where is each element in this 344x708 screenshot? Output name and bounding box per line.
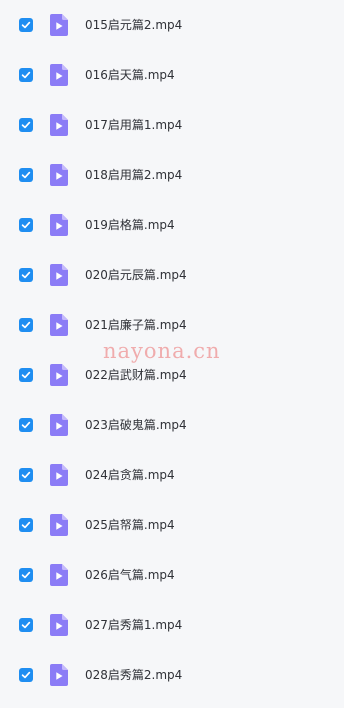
checkbox[interactable]: [19, 318, 33, 332]
checkmark-icon: [21, 21, 31, 29]
video-file-icon: [50, 14, 68, 36]
video-file-icon: [50, 664, 68, 686]
checkbox[interactable]: [19, 18, 33, 32]
file-name[interactable]: 021启廉子篇.mp4: [85, 317, 187, 333]
checkbox[interactable]: [19, 68, 33, 82]
video-file-icon: [50, 364, 68, 386]
checkmark-icon: [21, 371, 31, 379]
file-list: 015启元篇2.mp4 016启天篇.mp4 017启用篇1.mp4 018启用…: [0, 0, 344, 700]
checkmark-icon: [21, 421, 31, 429]
file-row[interactable]: 017启用篇1.mp4: [0, 100, 344, 150]
file-name[interactable]: 016启天篇.mp4: [85, 67, 175, 83]
checkmark-icon: [21, 471, 31, 479]
checkmark-icon: [21, 571, 31, 579]
checkmark-icon: [21, 221, 31, 229]
file-row[interactable]: 020启元辰篇.mp4: [0, 250, 344, 300]
file-row[interactable]: 019启格篇.mp4: [0, 200, 344, 250]
file-name[interactable]: 018启用篇2.mp4: [85, 167, 182, 183]
video-file-icon: [50, 64, 68, 86]
video-file-icon: [50, 514, 68, 536]
checkmark-icon: [21, 621, 31, 629]
video-file-icon: [50, 614, 68, 636]
video-file-icon: [50, 564, 68, 586]
checkbox[interactable]: [19, 468, 33, 482]
file-row[interactable]: 016启天篇.mp4: [0, 50, 344, 100]
checkmark-icon: [21, 121, 31, 129]
file-name[interactable]: 025启帑篇.mp4: [85, 517, 175, 533]
file-row[interactable]: 018启用篇2.mp4: [0, 150, 344, 200]
file-name[interactable]: 027启秀篇1.mp4: [85, 617, 182, 633]
checkbox[interactable]: [19, 568, 33, 582]
video-file-icon: [50, 214, 68, 236]
file-name[interactable]: 022启武财篇.mp4: [85, 367, 187, 383]
checkbox[interactable]: [19, 268, 33, 282]
video-file-icon: [50, 314, 68, 336]
checkbox[interactable]: [19, 168, 33, 182]
checkbox[interactable]: [19, 668, 33, 682]
file-row[interactable]: 028启秀篇2.mp4: [0, 650, 344, 700]
file-name[interactable]: 020启元辰篇.mp4: [85, 267, 187, 283]
checkbox[interactable]: [19, 618, 33, 632]
checkmark-icon: [21, 671, 31, 679]
file-row[interactable]: 024启贪篇.mp4: [0, 450, 344, 500]
video-file-icon: [50, 464, 68, 486]
video-file-icon: [50, 264, 68, 286]
checkbox[interactable]: [19, 518, 33, 532]
video-file-icon: [50, 114, 68, 136]
file-row[interactable]: 027启秀篇1.mp4: [0, 600, 344, 650]
checkbox[interactable]: [19, 218, 33, 232]
checkmark-icon: [21, 521, 31, 529]
checkmark-icon: [21, 71, 31, 79]
checkmark-icon: [21, 171, 31, 179]
file-name[interactable]: 028启秀篇2.mp4: [85, 667, 182, 683]
checkbox[interactable]: [19, 368, 33, 382]
file-row[interactable]: 015启元篇2.mp4: [0, 0, 344, 50]
checkbox[interactable]: [19, 118, 33, 132]
file-row[interactable]: 021启廉子篇.mp4: [0, 300, 344, 350]
file-row[interactable]: 025启帑篇.mp4: [0, 500, 344, 550]
file-name[interactable]: 015启元篇2.mp4: [85, 17, 182, 33]
checkbox[interactable]: [19, 418, 33, 432]
video-file-icon: [50, 164, 68, 186]
file-row[interactable]: 026启气篇.mp4: [0, 550, 344, 600]
file-name[interactable]: 019启格篇.mp4: [85, 217, 175, 233]
file-row[interactable]: 022启武财篇.mp4: [0, 350, 344, 400]
checkmark-icon: [21, 271, 31, 279]
file-name[interactable]: 023启破鬼篇.mp4: [85, 417, 187, 433]
checkmark-icon: [21, 321, 31, 329]
file-name[interactable]: 026启气篇.mp4: [85, 567, 175, 583]
file-name[interactable]: 024启贪篇.mp4: [85, 467, 175, 483]
video-file-icon: [50, 414, 68, 436]
file-row[interactable]: 023启破鬼篇.mp4: [0, 400, 344, 450]
file-name[interactable]: 017启用篇1.mp4: [85, 117, 182, 133]
